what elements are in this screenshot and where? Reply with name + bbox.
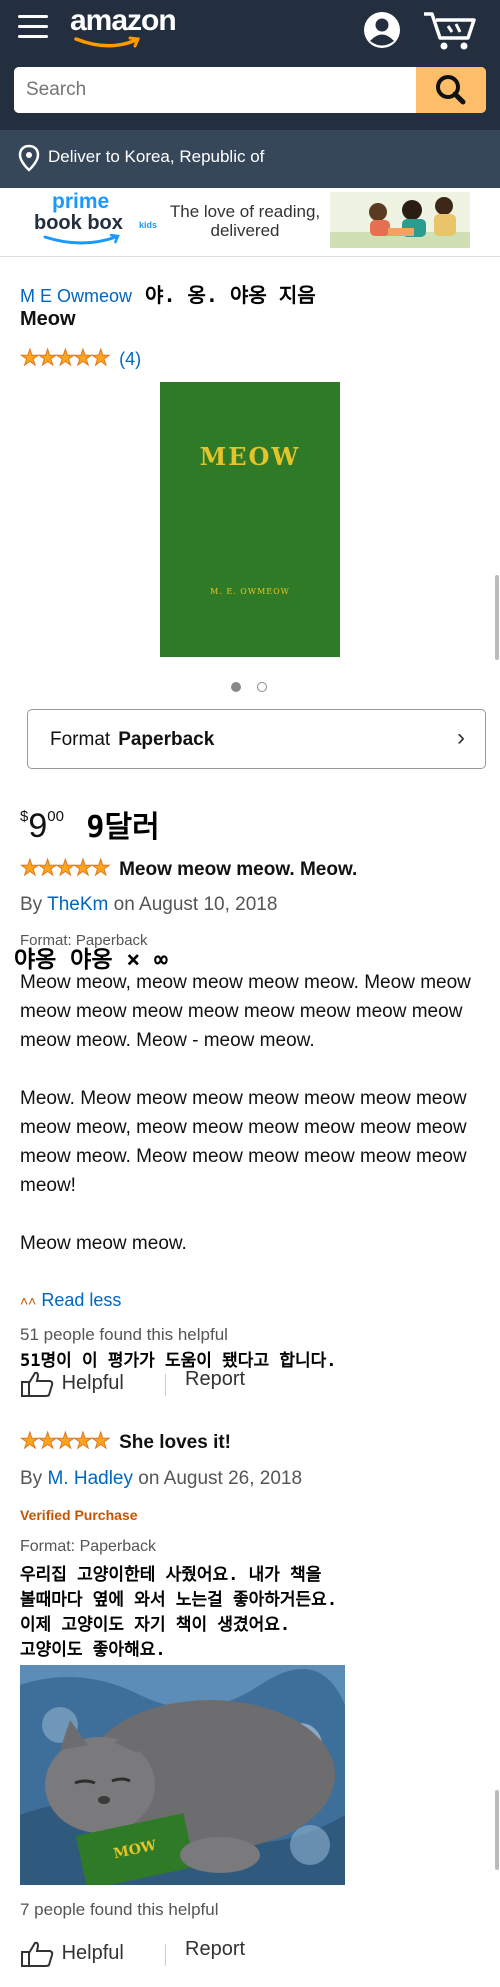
review-1-body: Meow meow, meow meow meow meow. Meow meo…	[20, 968, 482, 1258]
menu-icon[interactable]	[18, 15, 48, 41]
book-box-label: book box	[34, 212, 123, 234]
helpful-count: 7 people found this helpful	[20, 1900, 219, 1919]
account-icon[interactable]	[362, 10, 402, 50]
kids-label: kids	[139, 220, 158, 230]
cover-title: MEOW	[199, 442, 301, 471]
action-separator	[165, 1374, 166, 1396]
verified-purchase-badge: Verified Purchase	[20, 1507, 138, 1523]
thumbs-up-icon	[21, 1371, 54, 1397]
banner-tagline: The love of reading, delivered	[169, 202, 321, 240]
search-button[interactable]	[416, 67, 486, 113]
search-icon	[436, 75, 466, 105]
review-1-actions: Helpful	[20, 1370, 124, 1398]
star-rating-icon: ★★★★★	[20, 345, 112, 371]
review-2-handwritten-note: 우리집 고양이한테 사줬어요. 내가 책을 볼때마다 옆에 와서 노는걸 좋아하…	[20, 1565, 338, 1660]
prime-smile-icon	[43, 234, 120, 245]
review-1-header: ★★★★★ Meow meow meow. Meow.	[20, 855, 358, 881]
price-whole: 9	[28, 807, 48, 845]
reviewer-link[interactable]: M. Hadley	[47, 1468, 133, 1489]
review-paragraph: Meow meow, meow meow meow meow. Meow meo…	[20, 972, 471, 1051]
deliver-bar[interactable]: Deliver to Korea, Republic of	[0, 130, 500, 188]
rating-count[interactable]: (4)	[119, 349, 141, 369]
carousel-dot[interactable]	[257, 682, 267, 692]
helpful-count: 51 people found this helpful	[20, 1325, 228, 1344]
carousel-dot-active[interactable]	[231, 682, 241, 692]
location-pin-icon	[18, 144, 40, 172]
helpful-button[interactable]: Helpful	[20, 1941, 124, 1967]
review-byline: By M. Hadley on August 26, 2018	[20, 1468, 303, 1489]
review-2-header: ★★★★★ She loves it!	[20, 1428, 231, 1454]
author-line: M E Owmeow 야. 옹. 야옹 지음	[20, 279, 316, 308]
action-separator	[165, 1944, 166, 1966]
format-label: Format	[50, 729, 111, 750]
price-handwritten-note: 9달러	[86, 810, 160, 845]
review-2-actions: Helpful	[20, 1940, 124, 1968]
review-paragraph: Meow meow meow.	[20, 1233, 187, 1254]
review-headline[interactable]: Meow meow meow. Meow.	[119, 859, 357, 880]
product-cover-image[interactable]: MEOW M. E. OWMEOW	[160, 382, 340, 657]
search-input[interactable]	[14, 67, 424, 113]
report-button[interactable]: Report	[185, 1938, 245, 1961]
author-handwritten-note: 야. 옹. 야옹 지음	[145, 283, 316, 307]
thumbs-up-icon	[21, 1941, 54, 1967]
amazon-logo[interactable]: amazon	[70, 4, 177, 38]
reviewer-link[interactable]: TheKm	[47, 894, 108, 915]
prime-book-box-banner[interactable]: prime book box kids The love of reading,…	[30, 190, 470, 252]
format-value: Paperback	[118, 729, 215, 750]
price-fraction: 00	[47, 808, 64, 825]
read-less-link[interactable]: ˄˄ Read less	[20, 1290, 121, 1311]
divider	[0, 256, 500, 257]
format-selector[interactable]: Format Paperback ›	[27, 709, 486, 769]
review-format: Format: Paperback	[20, 1538, 157, 1555]
review-byline: By TheKm on August 10, 2018	[20, 894, 278, 915]
prime-label: prime	[52, 190, 110, 213]
author-link[interactable]: M E Owmeow	[20, 286, 132, 306]
star-rating-icon: ★★★★★	[20, 1428, 112, 1454]
report-button[interactable]: Report	[185, 1368, 245, 1391]
price: $900 9달러	[20, 802, 160, 846]
price-symbol: $	[20, 808, 29, 825]
cart-icon[interactable]	[422, 10, 478, 52]
cover-author: M. E. OWMEOW	[210, 587, 290, 596]
helpful-handwritten-note: 51명이 이 평가가 도움이 됐다고 합니다.	[20, 1351, 337, 1371]
amazon-smile-icon	[74, 36, 141, 48]
review-paragraph: Meow. Meow meow meow meow meow meow meow…	[20, 1088, 467, 1196]
review-headline[interactable]: She loves it!	[119, 1432, 231, 1453]
product-rating[interactable]: ★★★★★ (4)	[20, 345, 142, 371]
deliver-label: Deliver to Korea, Republic of	[48, 147, 265, 166]
review-photo[interactable]: MOW	[20, 1665, 345, 1885]
helpful-button[interactable]: Helpful	[20, 1371, 124, 1397]
product-title: Meow	[20, 308, 76, 330]
chevron-up-icon: ˄˄	[20, 1293, 37, 1309]
star-rating-icon: ★★★★★	[20, 855, 112, 881]
chevron-right-icon: ›	[457, 724, 465, 751]
scrollbar[interactable]	[495, 1790, 499, 1870]
scrollbar[interactable]	[495, 575, 499, 660]
search-bar	[14, 67, 486, 113]
banner-family-image	[330, 192, 470, 248]
